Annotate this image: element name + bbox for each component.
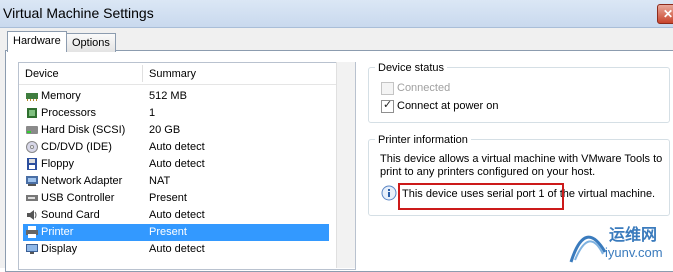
device-list-scrollbar[interactable] [336, 62, 355, 268]
connect-at-power-on-label: Connect at power on [397, 100, 499, 112]
watermark-site: iyunv.com [605, 245, 663, 260]
device-row-floppy[interactable]: Floppy Auto detect [23, 156, 329, 173]
annotation-highlight-box [398, 183, 564, 210]
device-summary: Auto detect [149, 243, 205, 255]
device-status-label: Device status [375, 62, 448, 74]
watermark-brand: 运维网 [609, 227, 658, 244]
tab-options[interactable]: Options [66, 33, 116, 52]
device-row-printer[interactable]: Printer Present [23, 224, 329, 241]
connected-checkbox[interactable] [381, 82, 394, 95]
column-divider[interactable] [142, 65, 143, 82]
device-row-usb-controller[interactable]: USB Controller Present [23, 190, 329, 207]
device-row-sound-card[interactable]: Sound Card Auto detect [23, 207, 329, 224]
network-adapter-icon [26, 176, 38, 186]
device-row-display[interactable]: Display Auto detect [23, 241, 329, 258]
processor-icon [27, 108, 37, 118]
tab-hardware[interactable]: Hardware [7, 31, 67, 52]
printer-information-label: Printer information [375, 134, 471, 146]
device-name: Display [41, 243, 78, 255]
device-row-network-adapter[interactable]: Network Adapter NAT [23, 173, 329, 190]
hard-disk-icon [26, 126, 38, 134]
close-button[interactable]: ✕ [657, 4, 673, 24]
device-summary: Auto detect [149, 158, 205, 170]
device-list[interactable]: Device Summary Memory 512 MB Processors … [18, 62, 356, 270]
device-name: Processors [41, 107, 97, 119]
connect-at-power-on-checkbox[interactable] [381, 98, 394, 113]
window-title: Virtual Machine Settings [3, 5, 154, 21]
device-row-hard-disk[interactable]: Hard Disk (SCSI) 20 GB [23, 122, 329, 139]
device-summary: 512 MB [149, 90, 187, 102]
device-summary: NAT [149, 175, 171, 187]
title-bar: Virtual Machine Settings ✕ [0, 0, 673, 28]
column-header-device[interactable]: Device [25, 68, 59, 80]
printer-description: This device allows a virtual machine wit… [380, 153, 663, 178]
floppy-icon [27, 158, 37, 170]
device-name: Hard Disk (SCSI) [41, 124, 126, 136]
device-summary: Auto detect [149, 141, 205, 153]
device-row-cd-dvd[interactable]: CD/DVD (IDE) Auto detect [23, 139, 329, 156]
connected-label: Connected [397, 82, 451, 94]
usb-icon [26, 195, 38, 201]
device-summary: Present [149, 226, 187, 238]
memory-icon [26, 93, 38, 101]
device-row-memory[interactable]: Memory 512 MB [23, 88, 329, 105]
device-name: CD/DVD (IDE) [41, 141, 112, 153]
device-summary: 1 [149, 107, 156, 119]
list-header: Device Summary [19, 63, 355, 85]
device-summary: Auto detect [149, 209, 205, 221]
cd-dvd-icon [26, 141, 38, 153]
device-name: Printer [41, 226, 74, 238]
device-name: Network Adapter [41, 175, 123, 187]
device-row-processors[interactable]: Processors 1 [23, 105, 329, 122]
device-name: Sound Card [41, 209, 100, 221]
device-status-group [368, 67, 670, 123]
printer-icon [26, 226, 38, 238]
column-header-summary[interactable]: Summary [149, 68, 196, 80]
device-summary: Present [149, 192, 187, 204]
device-name: USB Controller [41, 192, 115, 204]
display-icon [26, 244, 38, 254]
info-icon [381, 185, 397, 201]
device-name: Memory [41, 90, 81, 102]
device-summary: 20 GB [149, 124, 181, 136]
sound-card-icon [27, 210, 37, 220]
device-name: Floppy [41, 158, 75, 170]
